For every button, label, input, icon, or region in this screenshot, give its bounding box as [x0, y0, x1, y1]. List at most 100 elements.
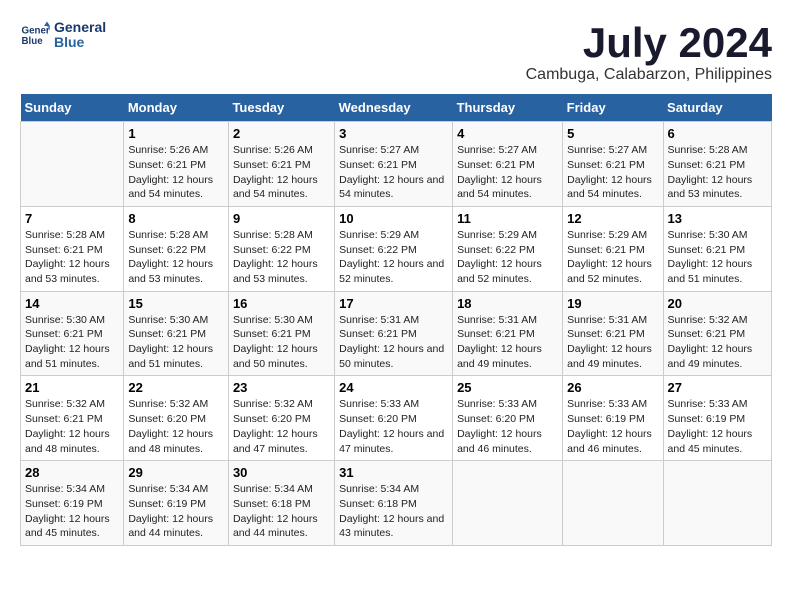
- day-number: 4: [457, 126, 558, 141]
- day-info: Sunrise: 5:33 AM Sunset: 6:20 PM Dayligh…: [339, 397, 448, 456]
- calendar-cell: 1Sunrise: 5:26 AM Sunset: 6:21 PM Daylig…: [124, 122, 229, 207]
- calendar-cell: 24 Sunrise: 5:33 AM Sunset: 6:20 PM Dayli…: [335, 376, 453, 461]
- day-number: 23: [233, 380, 330, 395]
- calendar-cell: 28 Sunrise: 5:34 AM Sunset: 6:19 PM Dayli…: [21, 461, 124, 546]
- day-info: Sunrise: 5:29 AM Sunset: 6:21 PM Dayligh…: [567, 228, 658, 287]
- day-number: 11: [457, 211, 558, 226]
- main-title: July 2024: [526, 20, 772, 66]
- calendar-cell: 26 Sunrise: 5:33 AM Sunset: 6:19 PM Dayli…: [563, 376, 663, 461]
- calendar-cell: 25 Sunrise: 5:33 AM Sunset: 6:20 PM Dayli…: [453, 376, 563, 461]
- calendar-cell: 11Sunrise: 5:29 AM Sunset: 6:22 PM Dayli…: [453, 206, 563, 291]
- calendar-week-4: 21 Sunrise: 5:32 AM Sunset: 6:21 PM Dayli…: [21, 376, 772, 461]
- calendar-cell: 9 Sunrise: 5:28 AM Sunset: 6:22 PM Daylig…: [228, 206, 334, 291]
- calendar-week-5: 28 Sunrise: 5:34 AM Sunset: 6:19 PM Dayli…: [21, 461, 772, 546]
- header-tuesday: Tuesday: [228, 94, 334, 122]
- day-number: 7: [25, 211, 119, 226]
- day-info: Sunrise: 5:26 AM Sunset: 6:21 PM Dayligh…: [233, 143, 330, 202]
- calendar-cell: [663, 461, 771, 546]
- page-header: General Blue General Blue July 2024 Camb…: [20, 20, 772, 84]
- day-info: Sunrise: 5:32 AM Sunset: 6:21 PM Dayligh…: [25, 397, 119, 456]
- day-info: Sunrise: 5:33 AM Sunset: 6:19 PM Dayligh…: [567, 397, 658, 456]
- day-info: Sunrise: 5:30 AM Sunset: 6:21 PM Dayligh…: [233, 313, 330, 372]
- logo-line1: General: [54, 20, 106, 35]
- day-info: Sunrise: 5:34 AM Sunset: 6:18 PM Dayligh…: [233, 482, 330, 541]
- day-info: Sunrise: 5:27 AM Sunset: 6:21 PM Dayligh…: [567, 143, 658, 202]
- day-number: 31: [339, 465, 448, 480]
- day-info: Sunrise: 5:31 AM Sunset: 6:21 PM Dayligh…: [567, 313, 658, 372]
- day-info: Sunrise: 5:34 AM Sunset: 6:19 PM Dayligh…: [25, 482, 119, 541]
- calendar-cell: 29 Sunrise: 5:34 AM Sunset: 6:19 PM Dayli…: [124, 461, 229, 546]
- calendar-cell: 10Sunrise: 5:29 AM Sunset: 6:22 PM Dayli…: [335, 206, 453, 291]
- day-info: Sunrise: 5:30 AM Sunset: 6:21 PM Dayligh…: [668, 228, 767, 287]
- day-info: Sunrise: 5:34 AM Sunset: 6:18 PM Dayligh…: [339, 482, 448, 541]
- calendar-week-2: 7 Sunrise: 5:28 AM Sunset: 6:21 PM Daylig…: [21, 206, 772, 291]
- day-number: 5: [567, 126, 658, 141]
- calendar-cell: 17 Sunrise: 5:31 AM Sunset: 6:21 PM Dayli…: [335, 291, 453, 376]
- calendar-cell: 19Sunrise: 5:31 AM Sunset: 6:21 PM Dayli…: [563, 291, 663, 376]
- header-friday: Friday: [563, 94, 663, 122]
- calendar-cell: 31 Sunrise: 5:34 AM Sunset: 6:18 PM Dayli…: [335, 461, 453, 546]
- calendar-week-3: 14Sunrise: 5:30 AM Sunset: 6:21 PM Dayli…: [21, 291, 772, 376]
- calendar-cell: [563, 461, 663, 546]
- day-number: 28: [25, 465, 119, 480]
- day-number: 29: [128, 465, 224, 480]
- calendar-cell: [21, 122, 124, 207]
- calendar-cell: 8 Sunrise: 5:28 AM Sunset: 6:22 PM Daylig…: [124, 206, 229, 291]
- day-info: Sunrise: 5:32 AM Sunset: 6:21 PM Dayligh…: [668, 313, 767, 372]
- day-number: 17: [339, 296, 448, 311]
- day-number: 26: [567, 380, 658, 395]
- day-number: 1: [128, 126, 224, 141]
- logo-icon: General Blue: [20, 20, 50, 50]
- day-info: Sunrise: 5:33 AM Sunset: 6:20 PM Dayligh…: [457, 397, 558, 456]
- day-number: 8: [128, 211, 224, 226]
- day-info: Sunrise: 5:28 AM Sunset: 6:21 PM Dayligh…: [25, 228, 119, 287]
- logo-line2: Blue: [54, 35, 106, 50]
- header-monday: Monday: [124, 94, 229, 122]
- day-info: Sunrise: 5:31 AM Sunset: 6:21 PM Dayligh…: [457, 313, 558, 372]
- calendar-table: SundayMondayTuesdayWednesdayThursdayFrid…: [20, 94, 772, 546]
- day-number: 20: [668, 296, 767, 311]
- day-info: Sunrise: 5:28 AM Sunset: 6:22 PM Dayligh…: [233, 228, 330, 287]
- calendar-cell: 30 Sunrise: 5:34 AM Sunset: 6:18 PM Dayli…: [228, 461, 334, 546]
- day-info: Sunrise: 5:32 AM Sunset: 6:20 PM Dayligh…: [233, 397, 330, 456]
- day-number: 3: [339, 126, 448, 141]
- header-wednesday: Wednesday: [335, 94, 453, 122]
- calendar-cell: 13 Sunrise: 5:30 AM Sunset: 6:21 PM Dayli…: [663, 206, 771, 291]
- location-subtitle: Cambuga, Calabarzon, Philippines: [526, 66, 772, 84]
- calendar-cell: 18 Sunrise: 5:31 AM Sunset: 6:21 PM Dayli…: [453, 291, 563, 376]
- day-info: Sunrise: 5:30 AM Sunset: 6:21 PM Dayligh…: [25, 313, 119, 372]
- day-info: Sunrise: 5:27 AM Sunset: 6:21 PM Dayligh…: [457, 143, 558, 202]
- svg-text:Blue: Blue: [22, 36, 44, 47]
- day-info: Sunrise: 5:28 AM Sunset: 6:22 PM Dayligh…: [128, 228, 224, 287]
- svg-text:General: General: [22, 26, 51, 37]
- calendar-cell: 20 Sunrise: 5:32 AM Sunset: 6:21 PM Dayli…: [663, 291, 771, 376]
- day-info: Sunrise: 5:34 AM Sunset: 6:19 PM Dayligh…: [128, 482, 224, 541]
- calendar-cell: 15Sunrise: 5:30 AM Sunset: 6:21 PM Dayli…: [124, 291, 229, 376]
- day-number: 9: [233, 211, 330, 226]
- calendar-cell: [453, 461, 563, 546]
- calendar-cell: 16 Sunrise: 5:30 AM Sunset: 6:21 PM Dayli…: [228, 291, 334, 376]
- calendar-cell: 4 Sunrise: 5:27 AM Sunset: 6:21 PM Daylig…: [453, 122, 563, 207]
- day-number: 12: [567, 211, 658, 226]
- calendar-cell: 6Sunrise: 5:28 AM Sunset: 6:21 PM Daylig…: [663, 122, 771, 207]
- day-info: Sunrise: 5:27 AM Sunset: 6:21 PM Dayligh…: [339, 143, 448, 202]
- calendar-cell: 7 Sunrise: 5:28 AM Sunset: 6:21 PM Daylig…: [21, 206, 124, 291]
- day-number: 2: [233, 126, 330, 141]
- day-number: 25: [457, 380, 558, 395]
- day-number: 18: [457, 296, 558, 311]
- day-number: 24: [339, 380, 448, 395]
- day-info: Sunrise: 5:31 AM Sunset: 6:21 PM Dayligh…: [339, 313, 448, 372]
- calendar-cell: 2 Sunrise: 5:26 AM Sunset: 6:21 PM Daylig…: [228, 122, 334, 207]
- calendar-cell: 3 Sunrise: 5:27 AM Sunset: 6:21 PM Daylig…: [335, 122, 453, 207]
- day-number: 30: [233, 465, 330, 480]
- calendar-cell: 27 Sunrise: 5:33 AM Sunset: 6:19 PM Dayli…: [663, 376, 771, 461]
- day-info: Sunrise: 5:33 AM Sunset: 6:19 PM Dayligh…: [668, 397, 767, 456]
- day-info: Sunrise: 5:29 AM Sunset: 6:22 PM Dayligh…: [339, 228, 448, 287]
- day-number: 16: [233, 296, 330, 311]
- header-thursday: Thursday: [453, 94, 563, 122]
- calendar-cell: 21 Sunrise: 5:32 AM Sunset: 6:21 PM Dayli…: [21, 376, 124, 461]
- day-number: 13: [668, 211, 767, 226]
- day-number: 27: [668, 380, 767, 395]
- day-number: 21: [25, 380, 119, 395]
- calendar-week-1: 1 Sunrise: 5:26 AM Sunset: 6:21 PM Daylig…: [21, 122, 772, 207]
